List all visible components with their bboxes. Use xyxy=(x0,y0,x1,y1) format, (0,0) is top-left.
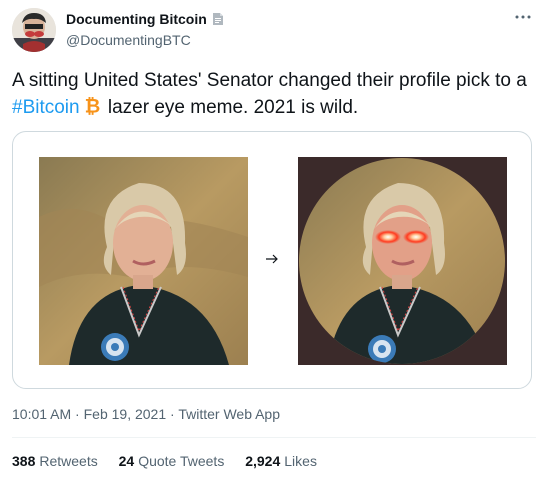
avatar[interactable] xyxy=(12,8,56,52)
tweet-text-after: lazer eye meme. 2021 is wild. xyxy=(102,97,359,118)
likes-stat[interactable]: 2,924 Likes xyxy=(245,453,317,469)
likes-count: 2,924 xyxy=(245,453,281,469)
author-handle[interactable]: @DocumentingBTC xyxy=(66,31,224,49)
svg-text:₿: ₿ xyxy=(84,95,100,116)
retweets-count: 388 xyxy=(12,453,36,469)
photo-original[interactable] xyxy=(39,157,248,365)
tweet-date[interactable]: Feb 19, 2021 xyxy=(84,406,167,422)
tweet-stats: 388 Retweets 24 Quote Tweets 2,924 Likes xyxy=(12,453,334,469)
meta-separator: · xyxy=(71,406,84,422)
meta-separator: · xyxy=(166,406,179,422)
tweet-text: A sitting United States' Senator changed… xyxy=(12,67,532,121)
quote-tweets-stat[interactable]: 24 Quote Tweets xyxy=(119,453,225,469)
likes-label: Likes xyxy=(284,453,317,469)
media-card[interactable] xyxy=(12,131,532,389)
quote-tweets-count: 24 xyxy=(118,453,135,469)
tweet-meta: 10:01 AM · Feb 19, 2021 · Twitter Web Ap… xyxy=(12,406,280,422)
more-options-button[interactable] xyxy=(512,8,534,26)
retweets-stat[interactable]: 388 Retweets xyxy=(12,453,98,469)
arrow-right-icon xyxy=(266,254,278,264)
photo-laser-eyes[interactable] xyxy=(298,157,507,365)
more-dots-icon xyxy=(515,15,531,19)
bitcoin-icon: ₿ xyxy=(84,95,100,116)
author-name-row[interactable]: Documenting Bitcoin xyxy=(66,10,224,28)
retweets-label: Retweets xyxy=(39,453,98,469)
tweet-text-before: A sitting United States' Senator changed… xyxy=(12,70,527,91)
author-display-name[interactable]: Documenting Bitcoin xyxy=(66,10,207,28)
hashtag-link[interactable]: #Bitcoin xyxy=(12,97,80,118)
author-info: Documenting Bitcoin @DocumentingBTC xyxy=(66,10,224,49)
document-icon xyxy=(212,13,223,25)
tweet-time[interactable]: 10:01 AM xyxy=(12,406,71,422)
divider xyxy=(12,437,536,438)
tweet-header: Documenting Bitcoin @DocumentingBTC xyxy=(12,8,536,52)
tweet-source[interactable]: Twitter Web App xyxy=(178,406,280,422)
quote-tweets-label: Quote Tweets xyxy=(138,453,225,469)
tweet: Documenting Bitcoin @DocumentingBTC A si… xyxy=(0,0,548,480)
